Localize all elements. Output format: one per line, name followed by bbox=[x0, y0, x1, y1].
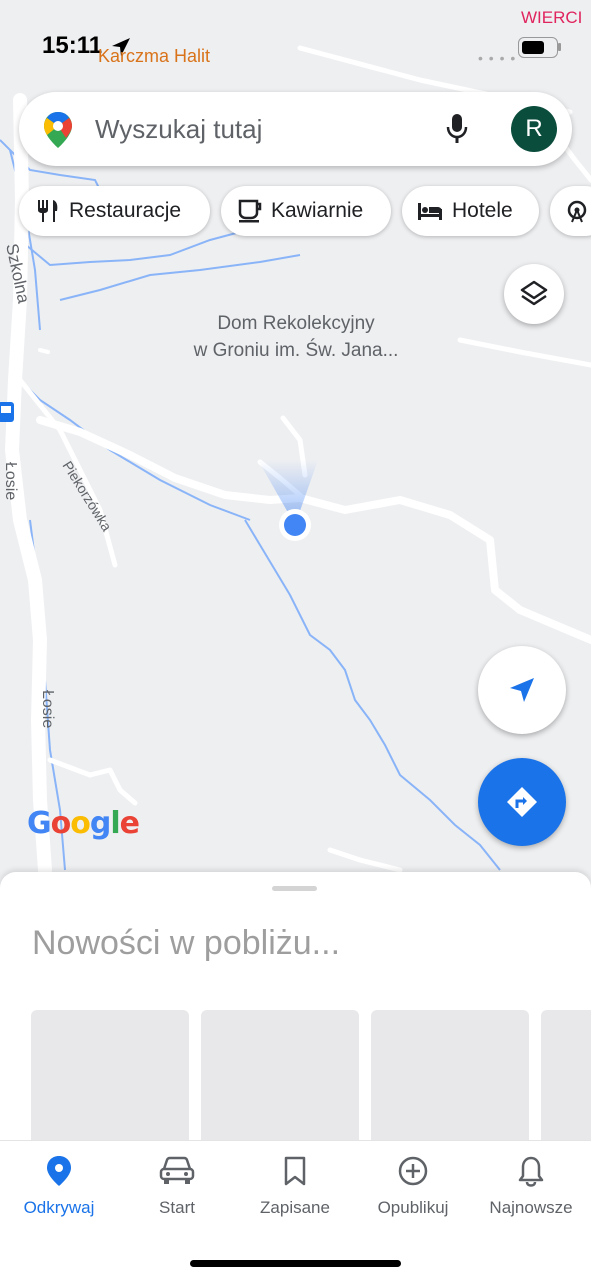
directions-button[interactable] bbox=[478, 758, 566, 846]
layers-icon bbox=[520, 280, 548, 306]
chip-label: Kawiarnie bbox=[271, 199, 364, 222]
google-maps-pin-icon bbox=[44, 112, 72, 148]
nav-label: Opublikuj bbox=[377, 1198, 449, 1217]
bell-icon bbox=[518, 1156, 544, 1187]
location-pin-icon bbox=[47, 1156, 71, 1186]
place-label[interactable]: Dom Rekolekcyjny w Groniu im. Św. Jana..… bbox=[176, 310, 416, 364]
avatar[interactable]: R bbox=[511, 106, 557, 152]
chip-label: Restauracje bbox=[69, 199, 182, 222]
place-label-line1: Dom Rekolekcyjny bbox=[217, 313, 375, 334]
street-label: Łosie bbox=[39, 690, 56, 728]
placeholder-card[interactable] bbox=[201, 1010, 359, 1140]
my-location-button[interactable] bbox=[478, 646, 566, 734]
status-corner-text: WIERCI bbox=[521, 8, 583, 27]
google-logo: Google bbox=[27, 806, 140, 841]
nav-label: Odkrywaj bbox=[23, 1198, 95, 1217]
signal-icon: • • • • bbox=[478, 50, 517, 66]
nav-explore[interactable]: Odkrywaj bbox=[0, 1155, 118, 1218]
search-bar[interactable]: Wyszukaj tutaj R bbox=[19, 92, 572, 166]
bed-icon bbox=[418, 203, 442, 220]
nav-label: Start bbox=[159, 1198, 195, 1217]
ferris-wheel-icon bbox=[567, 200, 587, 223]
fork-knife-icon bbox=[38, 200, 58, 222]
bookmark-icon bbox=[284, 1156, 306, 1186]
status-time: 15:11 bbox=[42, 32, 103, 59]
my-location-dot[interactable] bbox=[279, 509, 311, 541]
coffee-cup-icon bbox=[238, 199, 262, 223]
search-input[interactable]: Wyszukaj tutaj bbox=[95, 114, 262, 145]
chip-label: Hotele bbox=[452, 199, 513, 222]
plus-circle-icon bbox=[398, 1156, 428, 1186]
nav-label: Zapisane bbox=[260, 1198, 330, 1217]
chip-cafes[interactable]: Kawiarnie bbox=[221, 186, 391, 236]
place-label-line2: w Groniu im. Św. Jana... bbox=[193, 340, 399, 361]
directions-icon bbox=[507, 787, 537, 817]
status-place-text: Karczma Halit bbox=[98, 46, 211, 66]
nav-publish[interactable]: Opublikuj bbox=[354, 1155, 472, 1218]
navigation-arrow-icon bbox=[510, 678, 534, 702]
microphone-icon[interactable] bbox=[445, 112, 469, 146]
car-icon bbox=[159, 1156, 195, 1184]
layers-button[interactable] bbox=[504, 264, 564, 324]
sheet-title: Nowości w pobliżu... bbox=[32, 924, 341, 962]
battery-tip bbox=[558, 43, 561, 51]
nav-label: Najnowsze bbox=[489, 1198, 573, 1217]
street-label: Łosie bbox=[2, 462, 19, 500]
nav-updates[interactable]: Najnowsze bbox=[472, 1155, 590, 1218]
chip-restaurants[interactable]: Restauracje bbox=[19, 186, 210, 236]
nav-start[interactable]: Start bbox=[118, 1155, 236, 1218]
battery-icon bbox=[518, 37, 558, 58]
bottom-sheet[interactable]: Nowości w pobliżu... bbox=[0, 872, 591, 1140]
placeholder-card[interactable] bbox=[541, 1010, 591, 1140]
chip-hotels[interactable]: Hotele bbox=[402, 186, 539, 236]
home-indicator[interactable] bbox=[190, 1260, 401, 1267]
placeholder-card[interactable] bbox=[371, 1010, 529, 1140]
bus-stop-icon[interactable] bbox=[0, 402, 14, 422]
sheet-handle[interactable] bbox=[272, 886, 317, 891]
placeholder-card[interactable] bbox=[31, 1010, 189, 1140]
nav-saved[interactable]: Zapisane bbox=[236, 1155, 354, 1218]
